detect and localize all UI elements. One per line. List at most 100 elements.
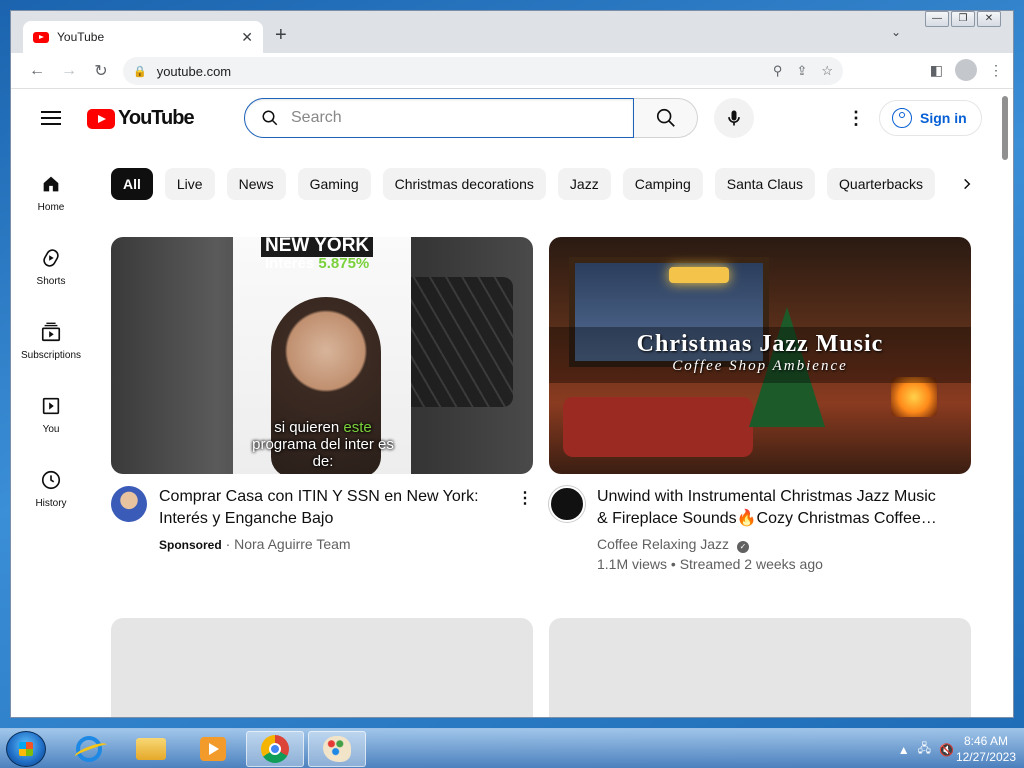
thumbnail-rate-label: Interés	[265, 255, 315, 272]
video-details: Comprar Casa con ITIN Y SSN en New York:…	[159, 486, 509, 555]
lock-icon: 🔒	[133, 65, 147, 78]
sidebar-item-subscriptions[interactable]: Subscriptions	[11, 294, 91, 368]
side-panel-icon[interactable]: ◧	[930, 62, 943, 79]
thumbnail-rate-value: 5.875%	[318, 255, 370, 272]
chip-gaming[interactable]: Gaming	[297, 168, 371, 200]
chip-news[interactable]: News	[226, 168, 286, 200]
video-card[interactable]: Christmas Jazz Music Coffee Shop Ambienc…	[549, 237, 971, 574]
reload-icon[interactable]: ↻	[85, 61, 117, 81]
chips-next-chevron-icon[interactable]	[951, 168, 983, 200]
back-arrow-icon[interactable]: ←	[21, 62, 53, 80]
taskbar-paint[interactable]	[308, 731, 366, 767]
verified-check-icon: ✓	[736, 541, 749, 553]
zoom-icon[interactable]: ⚲	[773, 63, 783, 79]
share-icon[interactable]: ⇪	[796, 63, 807, 79]
sidebar-item-shorts[interactable]: Shorts	[11, 220, 91, 294]
thumbnail-sofa	[563, 397, 753, 457]
window-controls: — ❐ ✕	[925, 11, 1001, 27]
thumbnail-title: Christmas Jazz Music	[636, 331, 884, 357]
youtube-logo[interactable]: YouTube	[87, 107, 195, 130]
maximize-button[interactable]: ❐	[951, 11, 975, 27]
clock-date: 12/27/2023	[955, 750, 1016, 764]
sidebar-item-home[interactable]: Home	[11, 146, 91, 220]
chip-quarterbacks[interactable]: Quarterbacks	[827, 168, 936, 200]
taskbar-file-explorer[interactable]	[122, 731, 180, 767]
thumbnail-rate: Interés 5.875%	[265, 255, 369, 272]
taskbar-media-player[interactable]	[184, 731, 242, 767]
new-tab-button[interactable]: +	[275, 25, 287, 45]
close-window-button[interactable]: ✕	[977, 11, 1001, 27]
voice-search-button[interactable]	[714, 98, 754, 138]
sidebar-item-label: Home	[37, 202, 65, 213]
youtube-logo-icon	[87, 108, 115, 129]
shorts-icon	[39, 246, 63, 270]
system-clock[interactable]: 8:46 AM 12/27/2023	[956, 733, 1016, 765]
video-stats: 1.1M views • Streamed 2 weeks ago	[597, 556, 823, 572]
loading-placeholder	[549, 618, 971, 717]
internet-explorer-icon	[76, 736, 102, 762]
sidebar-item-label: Subscriptions	[20, 350, 82, 361]
channel-name[interactable]: Coffee Relaxing Jazz	[597, 536, 729, 552]
account-circle-icon	[892, 108, 912, 128]
channel-avatar[interactable]	[111, 486, 147, 522]
taskbar-internet-explorer[interactable]	[60, 731, 118, 767]
chip-jazz[interactable]: Jazz	[557, 168, 611, 200]
thumbnail-caption: si quieren este programa del inter es de:	[243, 419, 403, 470]
chrome-window: YouTube ✕ + ⌄ — ❐ ✕ ← → ↻ 🔒 youtube.com …	[10, 10, 1014, 718]
search-icon	[262, 110, 278, 126]
omnibox-actions: ⚲ ⇪ ☆	[773, 63, 833, 79]
video-card[interactable]: NEW YORK Interés 5.875% si quieren este p…	[111, 237, 533, 555]
thumbnail-hexagon-decoration	[393, 277, 513, 407]
tab-search-chevron-icon[interactable]: ⌄	[891, 25, 901, 39]
thumbnail-fireplace	[891, 377, 937, 417]
forward-arrow-icon[interactable]: →	[53, 62, 85, 80]
settings-kebab-icon[interactable]: ⋮	[847, 106, 865, 130]
search-box[interactable]	[244, 98, 634, 138]
clock-time: 8:46 AM	[963, 734, 1008, 748]
chip-live[interactable]: Live	[164, 168, 215, 200]
sign-in-button[interactable]: Sign in	[879, 100, 982, 136]
search-input[interactable]	[291, 109, 611, 127]
chip-all[interactable]: All	[111, 168, 153, 200]
video-thumbnail[interactable]: Christmas Jazz Music Coffee Shop Ambienc…	[549, 237, 971, 474]
subscriptions-icon	[39, 320, 63, 344]
channel-avatar[interactable]	[549, 486, 585, 522]
start-button[interactable]	[6, 731, 46, 767]
video-title[interactable]: Unwind with Instrumental Christmas Jazz …	[597, 486, 947, 530]
scrollbar-thumb[interactable]	[1002, 96, 1008, 160]
taskbar-chrome[interactable]	[246, 731, 304, 767]
show-hidden-icons-icon[interactable]: ▲	[898, 743, 910, 757]
thumbnail-caption-text: si quieren	[274, 419, 340, 436]
minimize-button[interactable]: —	[925, 11, 949, 27]
loading-placeholder	[111, 618, 533, 717]
video-title[interactable]: Comprar Casa con ITIN Y SSN en New York:…	[159, 486, 509, 530]
masthead: YouTube ⋮ Sign in	[11, 90, 999, 146]
youtube-favicon-icon	[33, 31, 49, 43]
chrome-icon	[261, 735, 289, 763]
hamburger-menu-icon[interactable]	[41, 111, 61, 125]
microphone-icon	[728, 110, 740, 126]
tab-close-icon[interactable]: ✕	[241, 29, 253, 46]
video-menu-kebab-icon[interactable]: ⋮	[517, 488, 533, 508]
page-scrollbar[interactable]	[997, 90, 1013, 717]
volume-muted-icon[interactable]: 🔇	[939, 743, 954, 757]
sidebar-item-history[interactable]: History	[11, 442, 91, 516]
chip-christmas-decorations[interactable]: Christmas decorations	[382, 168, 546, 200]
chrome-menu-icon[interactable]: ⋮	[989, 62, 1003, 79]
channel-name[interactable]: Nora Aguirre Team	[234, 536, 350, 552]
search-button[interactable]	[634, 98, 698, 138]
thumbnail-subtitle: Coffee Shop Ambience	[672, 358, 848, 374]
bookmark-star-icon[interactable]: ☆	[821, 63, 833, 79]
sponsored-label: Sponsored	[159, 538, 222, 552]
url-text[interactable]: youtube.com	[157, 64, 763, 79]
chip-santa-claus[interactable]: Santa Claus	[714, 168, 816, 200]
video-thumbnail[interactable]: NEW YORK Interés 5.875% si quieren este p…	[111, 237, 533, 474]
profile-avatar-icon[interactable]	[955, 59, 977, 81]
sidebar-item-you[interactable]: You	[11, 368, 91, 442]
address-bar[interactable]: 🔒 youtube.com ⚲ ⇪ ☆	[123, 57, 843, 85]
chip-camping[interactable]: Camping	[622, 168, 703, 200]
search-icon	[656, 108, 675, 127]
network-icon[interactable]: 🖧	[918, 739, 931, 760]
paint-palette-icon	[323, 736, 351, 762]
tab-youtube[interactable]: YouTube ✕	[23, 21, 263, 53]
